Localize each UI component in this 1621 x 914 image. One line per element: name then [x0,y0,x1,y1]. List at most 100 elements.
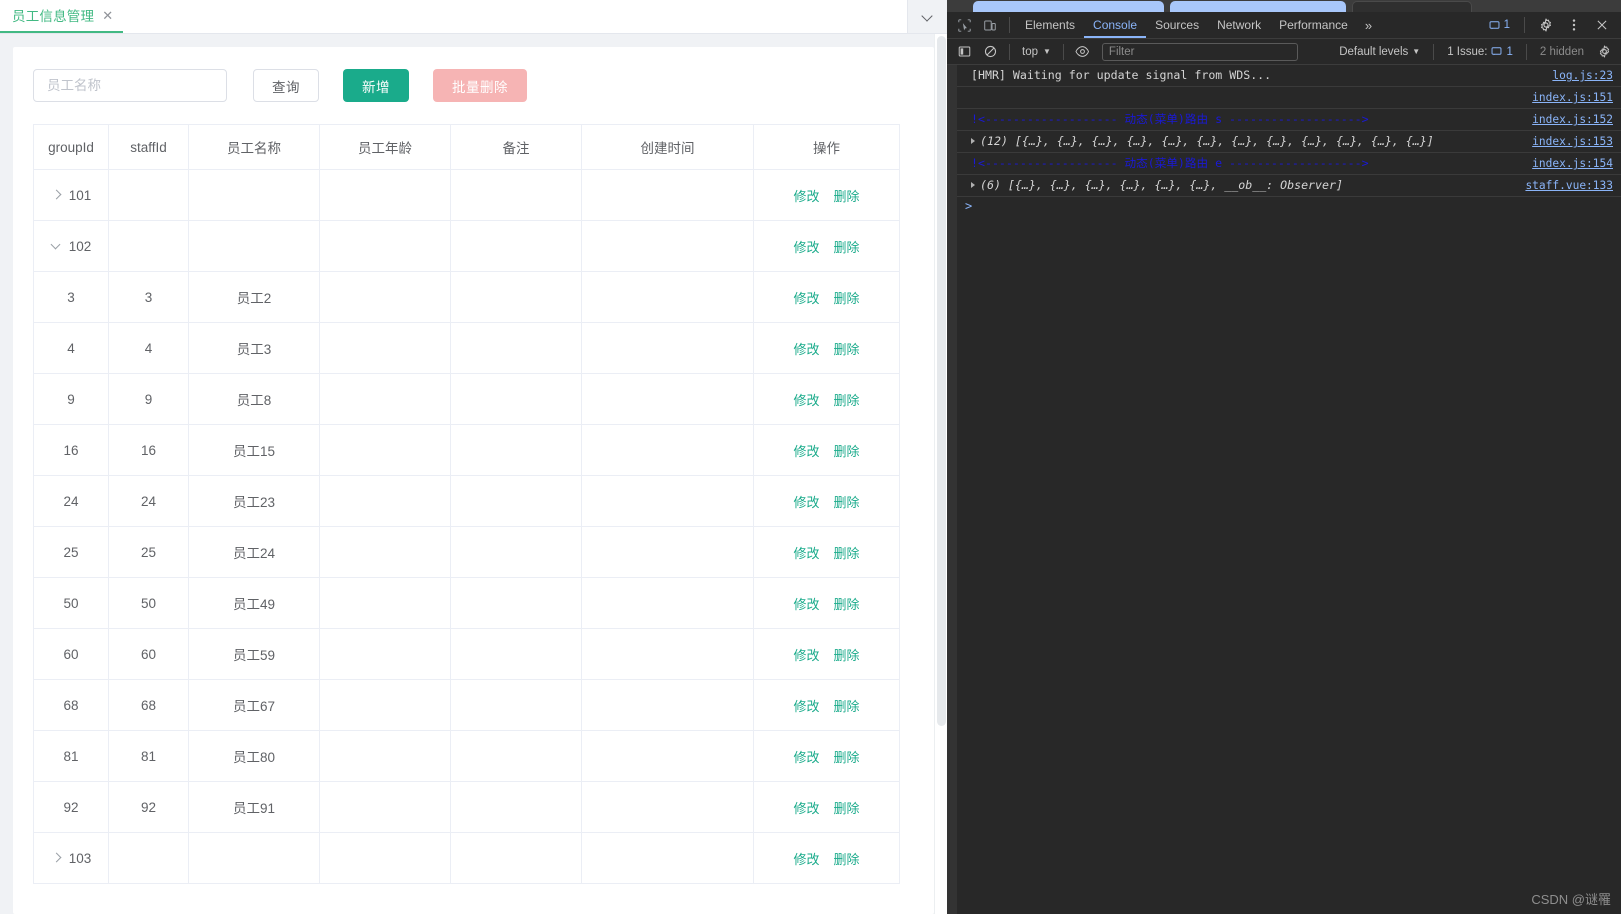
edit-link[interactable]: 修改 [793,291,819,306]
delete-link[interactable]: 删除 [834,393,860,408]
delete-link[interactable]: 删除 [834,495,860,510]
clear-console-icon[interactable] [977,40,1003,64]
inspect-element-icon[interactable] [951,13,977,37]
edit-link[interactable]: 修改 [793,699,819,714]
console-message-source-link[interactable]: index.js:154 [1532,156,1613,171]
console-message[interactable]: [HMR] Waiting for update signal from WDS… [957,65,1621,87]
delete-link[interactable]: 删除 [834,546,860,561]
table-row[interactable]: 16 16 员工15 修改 删除 [33,424,900,476]
add-button[interactable]: 新增 [343,69,409,102]
table-row[interactable]: 103 修改 删除 [33,832,900,884]
table-row[interactable]: 24 24 员工23 修改 删除 [33,475,900,527]
edit-link[interactable]: 修改 [793,648,819,663]
edit-link[interactable]: 修改 [793,801,819,816]
delete-link[interactable]: 删除 [834,291,860,306]
devtools-tab-performance[interactable]: Performance [1270,12,1357,38]
devtools-tabbar: Elements Console Sources Network Performance… [947,12,1621,39]
chrome-tab-fragment-2[interactable] [1170,1,1346,12]
expand-arrow-icon[interactable] [971,182,975,188]
delete-link[interactable]: 删除 [834,648,860,663]
table-row[interactable]: 3 3 员工2 修改 删除 [33,271,900,323]
more-vertical-icon[interactable] [1561,13,1587,37]
console-message[interactable]: !<------------------- 动态(菜单)路由 e -------… [957,153,1621,175]
console-message-source-link[interactable]: log.js:23 [1552,68,1613,83]
delete-link[interactable]: 删除 [834,750,860,765]
query-button[interactable]: 查询 [253,69,319,102]
console-message-source-link[interactable]: index.js:153 [1532,134,1613,149]
device-toolbar-icon[interactable] [977,13,1003,37]
divider [1433,43,1435,60]
table-row[interactable]: 60 60 员工59 修改 删除 [33,628,900,680]
console-message-source-link[interactable]: index.js:152 [1532,112,1613,127]
edit-link[interactable]: 修改 [793,444,819,459]
delete-link[interactable]: 删除 [834,801,860,816]
live-expression-icon[interactable] [1070,40,1096,64]
console-message-source-link[interactable]: staff.vue:133 [1525,178,1613,193]
page-scrollbar[interactable] [934,34,947,914]
log-levels-select[interactable]: Default levels ▼ [1332,46,1427,58]
search-input[interactable] [33,69,227,102]
table-row[interactable]: 4 4 员工3 修改 删除 [33,322,900,374]
console-message[interactable]: (6) [{…}, {…}, {…}, {…}, {…}, {…}, __ob_… [957,175,1621,197]
console-message[interactable]: !<------------------- 动态(菜单)路由 s -------… [957,109,1621,131]
console-message[interactable]: index.js:151 [957,87,1621,109]
edit-link[interactable]: 修改 [793,546,819,561]
edit-link[interactable]: 修改 [793,750,819,765]
table-row[interactable]: 25 25 员工24 修改 删除 [33,526,900,578]
table-row[interactable]: 102 修改 删除 [33,220,900,272]
table-row[interactable]: 92 92 员工91 修改 删除 [33,781,900,833]
delete-link[interactable]: 删除 [834,189,860,204]
gear-icon[interactable] [1591,40,1617,64]
chevron-right-icon[interactable] [51,853,61,863]
page-tab-staff-management[interactable]: 员工信息管理 ✕ [0,0,124,33]
edit-link[interactable]: 修改 [793,189,819,204]
tabs-overflow-button[interactable] [907,0,947,33]
edit-link[interactable]: 修改 [793,393,819,408]
devtools-tab-network[interactable]: Network [1208,12,1270,38]
cell-group-id: 60 [33,628,109,680]
batch-delete-button[interactable]: 批量删除 [433,69,527,102]
console-prompt[interactable]: > [957,197,1621,215]
devtools-tab-sources[interactable]: Sources [1146,12,1208,38]
console-filter-input[interactable] [1101,42,1298,61]
edit-link[interactable]: 修改 [793,852,819,867]
close-icon[interactable]: ✕ [102,9,113,22]
close-icon[interactable] [1589,13,1615,37]
console-message[interactable]: (12) [{…}, {…}, {…}, {…}, {…}, {…}, {…},… [957,131,1621,153]
table-row[interactable]: 9 9 员工8 修改 删除 [33,373,900,425]
edit-link[interactable]: 修改 [793,240,819,255]
hidden-messages-label[interactable]: 2 hidden [1533,46,1591,58]
cell-actions: 修改 删除 [753,832,900,884]
chevron-right-icon[interactable] [51,190,61,200]
expand-arrow-icon[interactable] [971,138,975,144]
chevron-double-right-icon[interactable]: » [1357,18,1380,33]
cell-staff-id: 16 [108,424,189,476]
devtools-tab-elements[interactable]: Elements [1016,12,1084,38]
delete-link[interactable]: 删除 [834,852,860,867]
issues-badge[interactable]: 1 [1483,19,1516,31]
edit-link[interactable]: 修改 [793,495,819,510]
table-row[interactable]: 101 修改 删除 [33,169,900,221]
edit-link[interactable]: 修改 [793,342,819,357]
chrome-tab-fragment-3[interactable] [1352,1,1472,12]
delete-link[interactable]: 删除 [834,240,860,255]
execution-context-select[interactable]: top ▼ [1016,46,1057,58]
console-sidebar-icon[interactable] [951,40,977,64]
table-row[interactable]: 68 68 员工67 修改 删除 [33,679,900,731]
console-message-source-link[interactable]: index.js:151 [1532,90,1613,105]
delete-link[interactable]: 删除 [834,342,860,357]
page-scrollbar-thumb[interactable] [937,36,946,726]
delete-link[interactable]: 删除 [834,444,860,459]
edit-link[interactable]: 修改 [793,597,819,612]
delete-link[interactable]: 删除 [834,699,860,714]
table-row[interactable]: 81 81 员工80 修改 删除 [33,730,900,782]
devtools-tab-console[interactable]: Console [1084,12,1146,38]
chevron-down-icon[interactable] [51,241,61,251]
issues-counter[interactable]: 1 Issue: 1 [1440,46,1520,58]
chrome-tab-fragment-1[interactable] [973,1,1164,12]
table-row[interactable]: 50 50 员工49 修改 删除 [33,577,900,629]
console-message-list[interactable]: [HMR] Waiting for update signal from WDS… [947,65,1621,914]
gear-icon[interactable] [1533,13,1559,37]
delete-link[interactable]: 删除 [834,597,860,612]
cell-actions: 修改 删除 [753,628,900,680]
